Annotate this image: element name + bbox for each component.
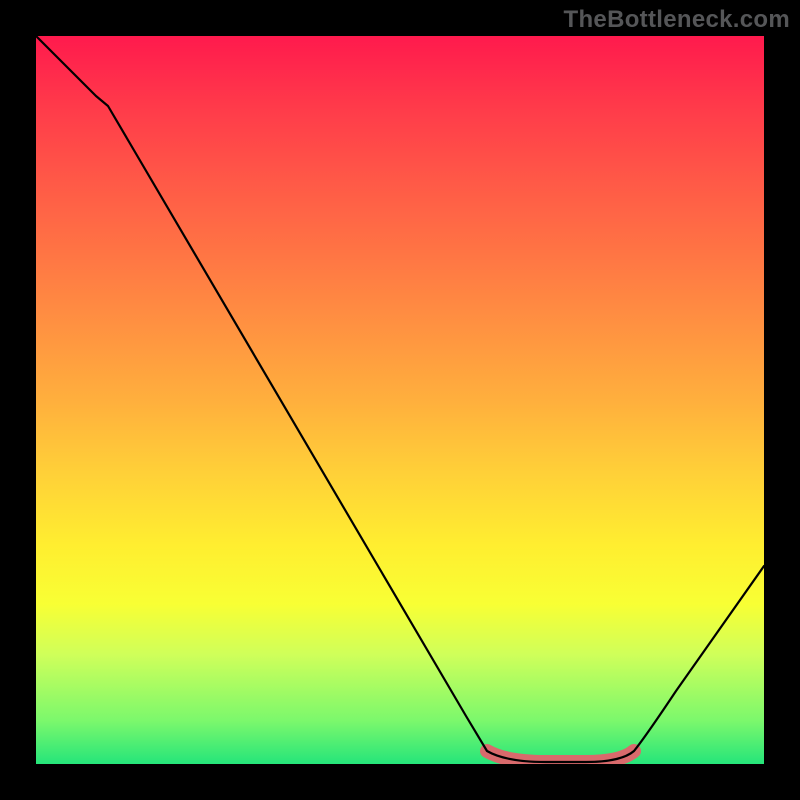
chart-container: TheBottleneck.com (0, 0, 800, 800)
plot-area (36, 36, 764, 764)
watermark-label: TheBottleneck.com (564, 6, 790, 34)
bottleneck-curve (36, 36, 764, 762)
curve-svg (36, 36, 764, 764)
